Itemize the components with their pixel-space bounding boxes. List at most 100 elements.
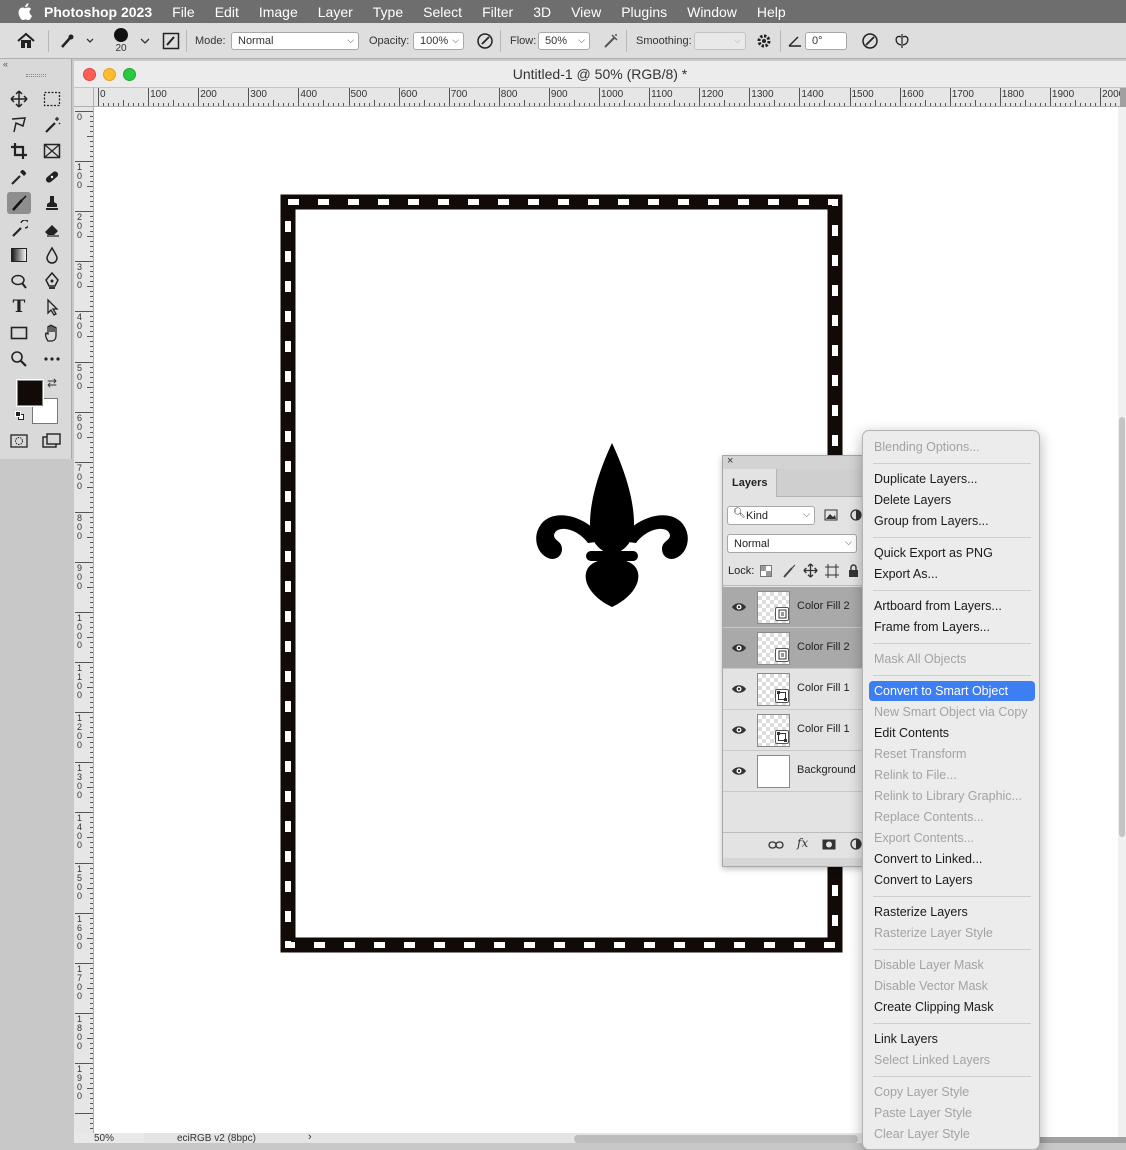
- foreground-color-swatch[interactable]: [16, 379, 44, 407]
- brush-settings-icon[interactable]: [162, 23, 180, 59]
- brush-tool-preset-icon[interactable]: [58, 23, 94, 59]
- vertical-scrollbar[interactable]: [1118, 107, 1126, 1137]
- pressure-size-icon[interactable]: [861, 23, 879, 59]
- healing-brush-icon[interactable]: [40, 166, 64, 188]
- layer-name[interactable]: Color Fill 1: [797, 723, 850, 735]
- marquee-tool-icon[interactable]: [40, 88, 64, 110]
- lasso-tool-icon[interactable]: [7, 114, 31, 136]
- eye-visibility-icon[interactable]: [731, 641, 747, 655]
- layer-name[interactable]: Color Fill 2: [797, 641, 850, 653]
- collapse-icon[interactable]: «: [3, 59, 17, 69]
- history-brush-icon[interactable]: [7, 218, 31, 240]
- layer-name[interactable]: Color Fill 2: [797, 600, 850, 612]
- filter-image-icon[interactable]: [824, 509, 838, 524]
- crop-tool-icon[interactable]: [7, 140, 31, 162]
- vertical-scroll-thumb[interactable]: [1119, 417, 1125, 837]
- color-profile[interactable]: eciRGB v2 (8bpc): [177, 1133, 256, 1145]
- menu-item-convert-to-smart-object[interactable]: Convert to Smart Object: [869, 681, 1035, 701]
- layer-name[interactable]: Color Fill 1: [797, 682, 850, 694]
- horizontal-scroll-thumb[interactable]: [574, 1135, 858, 1143]
- menu-image[interactable]: Image: [249, 4, 308, 20]
- menu-file[interactable]: File: [162, 4, 205, 20]
- gear-icon[interactable]: [755, 23, 773, 59]
- menu-item-convert-to-linked[interactable]: Convert to Linked...: [869, 849, 1035, 869]
- menu-item-rasterize-layers[interactable]: Rasterize Layers: [869, 902, 1035, 922]
- menu-item-convert-to-layers[interactable]: Convert to Layers: [869, 870, 1035, 890]
- apple-logo-icon[interactable]: [14, 1, 36, 23]
- menu-item-edit-contents[interactable]: Edit Contents: [869, 723, 1035, 743]
- layer-row[interactable]: Color Fill 1: [723, 669, 863, 710]
- smoothing-input[interactable]: ⌵: [694, 32, 746, 50]
- flow-input[interactable]: 50% ⌵: [538, 32, 590, 50]
- close-window-icon[interactable]: [83, 68, 96, 81]
- clone-stamp-icon[interactable]: [40, 192, 64, 214]
- vertical-ruler[interactable]: 0 100 200 300 400 500 600 700 800 900 1000 1100 1200…: [74, 107, 94, 1137]
- menu-item-export-as[interactable]: Export As...: [869, 564, 1035, 584]
- link-layers-icon[interactable]: [768, 839, 784, 853]
- hand-tool-icon[interactable]: [40, 322, 64, 344]
- rectangle-tool-icon[interactable]: [7, 322, 31, 344]
- menu-plugins[interactable]: Plugins: [611, 4, 677, 20]
- home-icon[interactable]: [16, 23, 36, 59]
- quick-mask-icon[interactable]: [7, 430, 31, 452]
- filter-kind-select[interactable]: 🔍︎ Kind ⌵: [727, 506, 815, 525]
- brush-size-dropdown-icon[interactable]: [140, 23, 150, 59]
- airbrush-icon[interactable]: [602, 23, 620, 59]
- menu-filter[interactable]: Filter: [472, 4, 523, 20]
- blur-tool-icon[interactable]: [40, 244, 64, 266]
- lock-artboard-icon[interactable]: [825, 564, 839, 581]
- menu-item-duplicate-layers[interactable]: Duplicate Layers...: [869, 469, 1035, 489]
- lock-position-icon[interactable]: [803, 563, 818, 581]
- menu-layer[interactable]: Layer: [308, 4, 363, 20]
- fx-icon[interactable]: fx: [797, 836, 808, 850]
- menu-help[interactable]: Help: [747, 4, 796, 20]
- blend-mode-select[interactable]: Normal ⌵: [727, 534, 857, 553]
- zoom-window-icon[interactable]: [123, 68, 136, 81]
- eye-visibility-icon[interactable]: [731, 723, 747, 737]
- menu-item-create-clipping-mask[interactable]: Create Clipping Mask: [869, 997, 1035, 1017]
- pen-tool-icon[interactable]: [40, 270, 64, 292]
- layer-name[interactable]: Background: [797, 764, 856, 776]
- move-tool-icon[interactable]: [7, 88, 31, 110]
- lock-all-icon[interactable]: [848, 564, 859, 580]
- layer-row[interactable]: Background: [723, 751, 863, 792]
- brush-tool-icon[interactable]: [7, 192, 31, 214]
- swap-colors-icon[interactable]: ⇄: [47, 376, 57, 390]
- close-panel-icon[interactable]: ×: [727, 456, 733, 467]
- zoom-tool-icon[interactable]: [7, 348, 31, 370]
- brush-size-picker[interactable]: 20: [114, 23, 128, 59]
- gradient-tool-icon[interactable]: [7, 244, 31, 266]
- menu-edit[interactable]: Edit: [205, 4, 249, 20]
- menu-view[interactable]: View: [561, 4, 611, 20]
- more-tools-icon[interactable]: [40, 348, 64, 370]
- status-menu-arrow-icon[interactable]: ›: [308, 1131, 312, 1143]
- menu-item-group-from-layers[interactable]: Group from Layers...: [869, 511, 1035, 531]
- add-mask-icon[interactable]: [822, 839, 836, 853]
- menu-item-link-layers[interactable]: Link Layers: [869, 1029, 1035, 1049]
- layer-row[interactable]: Color Fill 1: [723, 710, 863, 751]
- pressure-opacity-icon[interactable]: [476, 23, 494, 59]
- menu-item-quick-export-png[interactable]: Quick Export as PNG: [869, 543, 1035, 563]
- tab-layers[interactable]: Layers: [723, 469, 777, 497]
- magic-wand-icon[interactable]: [40, 114, 64, 136]
- screen-mode-icon[interactable]: [40, 430, 64, 452]
- menu-item-delete-layers[interactable]: Delete Layers: [869, 490, 1035, 510]
- menu-select[interactable]: Select: [413, 4, 472, 20]
- eyedropper-icon[interactable]: [7, 166, 31, 188]
- lock-pixels-icon[interactable]: [782, 564, 796, 581]
- eraser-icon[interactable]: [40, 218, 64, 240]
- menu-type[interactable]: Type: [363, 4, 413, 20]
- type-tool-icon[interactable]: T: [7, 296, 31, 318]
- eye-visibility-icon[interactable]: [731, 764, 747, 778]
- eye-visibility-icon[interactable]: [731, 682, 747, 696]
- frame-tool-icon[interactable]: [40, 140, 64, 162]
- lock-transparency-icon[interactable]: [760, 565, 772, 580]
- default-colors-icon[interactable]: [15, 411, 24, 420]
- path-selection-icon[interactable]: [40, 296, 64, 318]
- dodge-tool-icon[interactable]: [7, 270, 31, 292]
- menu-app-name[interactable]: Photoshop 2023: [36, 4, 162, 20]
- layer-row[interactable]: Color Fill 2: [723, 628, 863, 669]
- adjustment-layer-icon[interactable]: [850, 838, 862, 853]
- menu-window[interactable]: Window: [677, 4, 747, 20]
- symmetry-icon[interactable]: [893, 23, 911, 59]
